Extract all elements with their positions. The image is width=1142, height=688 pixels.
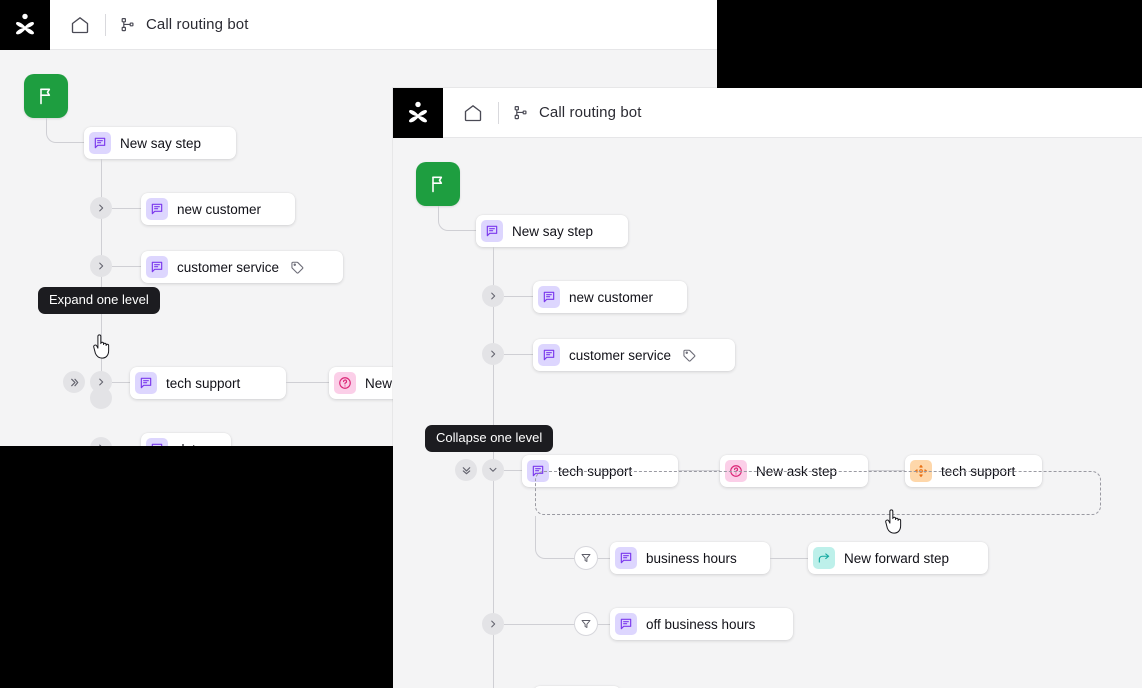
- node-data-back[interactable]: data: [141, 433, 231, 446]
- dashed-drop-zone[interactable]: [535, 471, 1101, 515]
- say-message-icon: [481, 220, 503, 242]
- tooltip-collapse-one-level: Collapse one level: [425, 425, 554, 452]
- collapse-all-button-front[interactable]: [455, 459, 477, 481]
- say-message-icon: [538, 344, 560, 366]
- top-bar-front: Call routing bot: [393, 88, 1142, 138]
- tag-icon[interactable]: [681, 347, 697, 363]
- connector-new-customer-front: [504, 296, 536, 297]
- chevron-right-icon: [99, 378, 104, 386]
- node-label: New say step: [120, 135, 202, 151]
- top-bar-back: Call routing bot: [0, 0, 717, 50]
- expand-chevron-new-customer-front[interactable]: [482, 285, 504, 307]
- say-message-icon: [615, 547, 637, 569]
- chevron-down-icon: [489, 467, 497, 472]
- say-message-icon: [538, 286, 560, 308]
- connector-start-to-say: [46, 118, 84, 143]
- node-label: customer service: [177, 259, 280, 275]
- home-icon: [464, 104, 482, 121]
- say-message-icon: [89, 132, 111, 154]
- app-logo-front[interactable]: [393, 88, 443, 138]
- breadcrumb-title-front[interactable]: Call routing bot: [539, 104, 642, 121]
- start-node-back[interactable]: [24, 74, 68, 118]
- mouse-cursor-back: [93, 334, 110, 359]
- home-button-front[interactable]: [460, 100, 486, 126]
- breadcrumb-divider: [105, 13, 106, 36]
- node-label: New say step: [512, 223, 594, 239]
- home-button[interactable]: [67, 12, 93, 38]
- expand-chevron-new-customer-back[interactable]: [90, 197, 112, 219]
- screenshot-stage: Call routing bot New say step new custom…: [0, 0, 1142, 688]
- node-label: data: [177, 442, 203, 447]
- connector-customer-service-front: [504, 354, 536, 355]
- node-business-hours[interactable]: business hours: [610, 542, 770, 574]
- chevron-right-icon: [99, 444, 102, 446]
- connector-tech-support-front: [504, 470, 524, 471]
- expand-chevron-off-business-hours[interactable]: [482, 613, 504, 635]
- say-message-icon: [615, 613, 637, 635]
- node-forward-step[interactable]: New forward step: [808, 542, 988, 574]
- start-node-front[interactable]: [416, 162, 460, 206]
- connector-business-to-forward: [770, 558, 809, 559]
- xaver-person-logo-icon: [16, 13, 34, 34]
- say-message-icon: [146, 438, 168, 446]
- node-label: customer service: [569, 347, 672, 363]
- node-customer-service-front[interactable]: customer service: [533, 339, 735, 371]
- tag-icon[interactable]: [289, 259, 305, 275]
- filter-icon: [581, 554, 591, 562]
- double-chevron-down-icon: [462, 466, 470, 474]
- node-off-business-hours[interactable]: off business hours: [610, 608, 793, 640]
- hierarchy-icon-wrap: [118, 16, 136, 34]
- node-say-step-back[interactable]: New say step: [84, 127, 236, 159]
- forward-arrow-icon: [813, 547, 835, 569]
- say-message-icon: [146, 256, 168, 278]
- tooltip-expand-one-level: Expand one level: [38, 287, 160, 314]
- home-icon: [71, 16, 89, 33]
- connector-tech-support-back: [112, 382, 132, 383]
- chevron-right-icon: [99, 262, 104, 270]
- trunk-line-front-lower: [493, 481, 494, 688]
- node-label: New forward step: [844, 550, 950, 566]
- node-new-customer-back[interactable]: new customer: [141, 193, 295, 225]
- node-label: new customer: [569, 289, 654, 305]
- connector-start-to-say-front: [438, 206, 476, 231]
- double-chevron-right-icon: [70, 378, 78, 386]
- chevron-right-icon: [491, 350, 496, 358]
- node-say-step-front[interactable]: New say step: [476, 215, 628, 247]
- connector-off-business-hours: [504, 624, 574, 625]
- chevron-right-icon: [491, 620, 496, 628]
- breadcrumb-title-back[interactable]: Call routing bot: [146, 16, 249, 33]
- flag-icon: [40, 88, 51, 105]
- collapse-one-level-button-front[interactable]: [482, 459, 504, 481]
- hierarchy-icon: [514, 105, 527, 119]
- say-message-icon: [146, 198, 168, 220]
- expand-all-button-back[interactable]: [63, 371, 85, 393]
- trunk-line-back: [101, 159, 102, 399]
- node-label: new customer: [177, 201, 262, 217]
- node-new-customer-front[interactable]: new customer: [533, 281, 687, 313]
- expand-chevron-data-back[interactable]: [90, 437, 112, 446]
- filter-button-business-hours[interactable]: [574, 546, 598, 570]
- hierarchy-icon: [121, 17, 134, 31]
- xaver-person-logo-icon: [409, 101, 427, 122]
- node-label: business hours: [646, 550, 737, 566]
- node-label: New: [365, 375, 393, 391]
- app-logo[interactable]: [0, 0, 50, 50]
- ask-question-icon: [334, 372, 356, 394]
- filter-icon: [581, 620, 591, 628]
- breadcrumb-divider-front: [498, 101, 499, 124]
- flag-icon: [432, 176, 443, 193]
- filter-button-off-business-hours[interactable]: [574, 612, 598, 636]
- flow-editor-window-front: Call routing bot New say step new custom…: [393, 88, 1142, 688]
- node-customer-service-back[interactable]: customer service: [141, 251, 343, 283]
- chevron-right-icon: [99, 204, 104, 212]
- flow-canvas-front[interactable]: New say step new customer customer servi…: [393, 138, 1142, 688]
- expand-chevron-customer-service-front[interactable]: [482, 343, 504, 365]
- expand-chevron-customer-service-back[interactable]: [90, 255, 112, 277]
- chevron-right-icon: [491, 292, 496, 300]
- node-label: off business hours: [646, 616, 756, 632]
- connector-branch-business-hours: [535, 516, 575, 559]
- hierarchy-icon-wrap-front: [511, 104, 529, 122]
- connector-tech-to-ask-back: [286, 382, 330, 383]
